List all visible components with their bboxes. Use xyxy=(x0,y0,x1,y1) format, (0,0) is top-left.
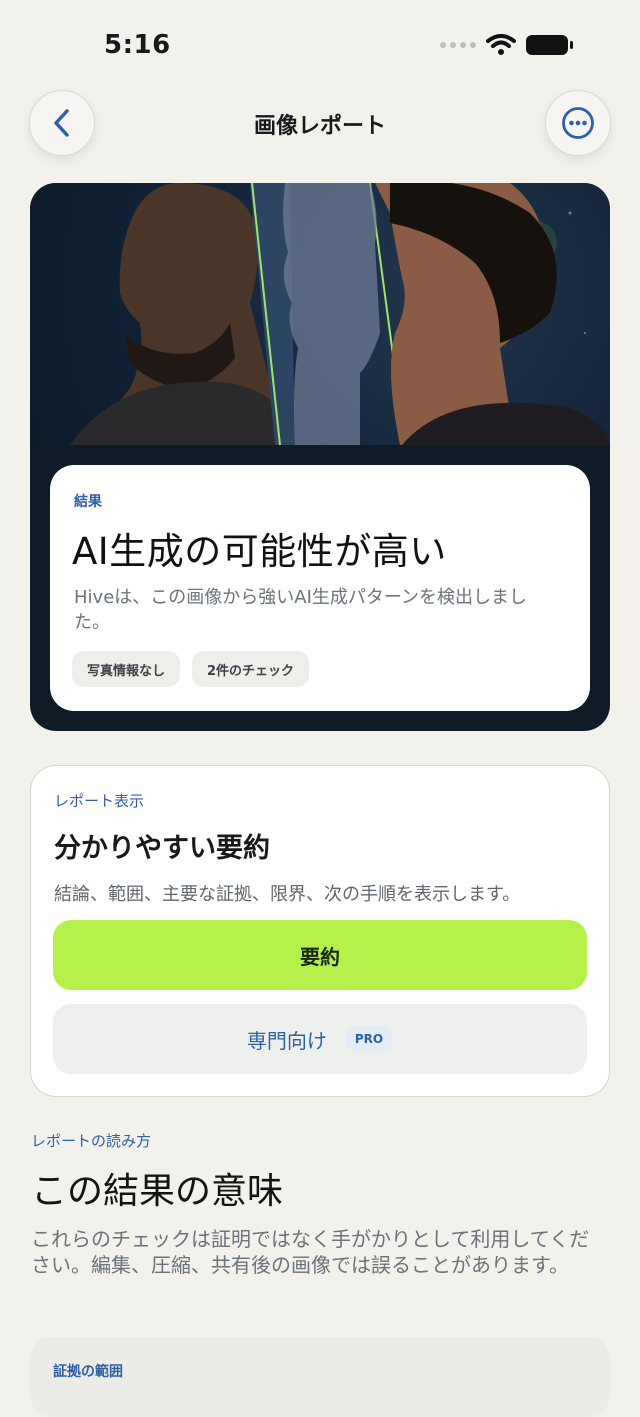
result-title: AI生成の可能性が高い xyxy=(72,530,447,573)
ellipsis-icon xyxy=(562,107,594,139)
result-chips: 写真情報なし 2件のチェック xyxy=(72,651,310,687)
navigation-bar: 画像レポート xyxy=(0,90,640,156)
more-options-button[interactable] xyxy=(545,90,611,156)
summary-button-label: 要約 xyxy=(300,944,340,969)
reading-guide-title: この結果の意味 xyxy=(31,1171,284,1212)
result-card: 結果 AI生成の可能性が高い Hiveは、この画像から強いAI生成パターンを検出… xyxy=(50,465,590,711)
status-bar: 5:16 xyxy=(0,0,640,90)
result-hero-panel: 結果 AI生成の可能性が高い Hiveは、この画像から強いAI生成パターンを検出… xyxy=(30,183,610,731)
pro-badge: PRO xyxy=(344,1026,394,1052)
wifi-icon xyxy=(486,34,516,55)
report-view-title: 分かりやすい要約 xyxy=(54,833,270,864)
faces-illustration xyxy=(70,183,610,445)
report-view-card: レポート表示 分かりやすい要約 結論、範囲、主要な証拠、限界、次の手順を表示しま… xyxy=(30,765,610,1097)
page-title: 画像レポート xyxy=(253,114,386,139)
expert-button[interactable]: 専門向け PRO xyxy=(53,1004,587,1074)
reading-guide-description: これらのチェックは証明ではなく手がかりとして利用してください。編集、圧縮、共有後… xyxy=(31,1227,590,1277)
summary-button[interactable]: 要約 xyxy=(53,920,587,990)
chip-check-count: 2件のチェック xyxy=(192,651,310,687)
analyzed-image xyxy=(30,183,610,445)
expert-button-label: 専門向け xyxy=(246,1028,327,1053)
reading-guide-label: レポートの読み方 xyxy=(31,1132,152,1150)
chip-no-photo-info: 写真情報なし xyxy=(72,651,181,687)
result-label: 結果 xyxy=(74,494,102,510)
status-icons xyxy=(440,34,574,56)
report-view-label: レポート表示 xyxy=(54,792,145,810)
battery-icon xyxy=(526,35,573,55)
report-view-description: 結論、範囲、主要な証拠、限界、次の手順を表示します。 xyxy=(54,884,521,905)
evidence-scope-card: 証拠の範囲 xyxy=(30,1337,610,1417)
cellular-signal-icon xyxy=(440,42,476,48)
result-description: Hiveは、この画像から強いAI生成パターンを検出しました。 xyxy=(74,587,527,633)
evidence-scope-label: 証拠の範囲 xyxy=(53,1364,123,1380)
status-time: 5:16 xyxy=(104,30,171,60)
